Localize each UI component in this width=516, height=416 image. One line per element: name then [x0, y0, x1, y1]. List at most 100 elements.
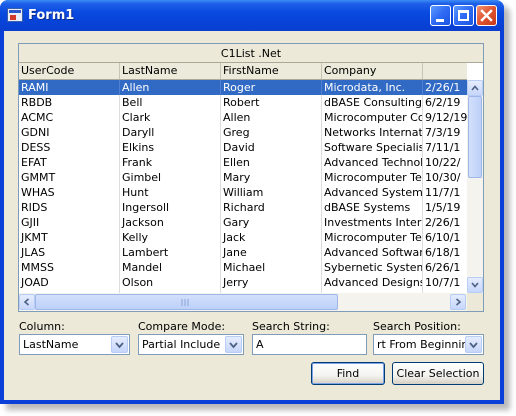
vertical-scrollbar[interactable] — [467, 80, 483, 293]
table-cell[interactable]: 7/11/1 — [423, 140, 467, 155]
column-header-lastname[interactable]: LastName — [120, 63, 221, 79]
table-row[interactable]: JLAS Lambert Jane Advanced Softwar 6/18/1 — [19, 245, 467, 260]
vertical-scroll-thumb[interactable] — [468, 96, 482, 178]
table-cell[interactable]: Richard — [221, 200, 322, 215]
compare-mode-combo[interactable]: Partial Include — [138, 334, 244, 355]
table-cell[interactable]: Gimbel — [120, 170, 221, 185]
table-cell[interactable]: 1/5/19 — [423, 200, 467, 215]
table-cell[interactable]: Greg — [221, 125, 322, 140]
column-header-usercode[interactable]: UserCode — [19, 63, 120, 79]
table-cell[interactable]: RBDB — [19, 95, 120, 110]
table-cell[interactable]: Elkins — [120, 140, 221, 155]
table-cell[interactable]: 2/26/1 — [423, 80, 467, 95]
table-row[interactable]: GDNI Daryll Greg Networks Internati 7/3/19 — [19, 125, 467, 140]
table-cell[interactable]: GJII — [19, 215, 120, 230]
table-cell[interactable]: Investments Intern — [322, 215, 423, 230]
compare-mode-dropdown-button[interactable] — [225, 336, 242, 353]
table-cell[interactable]: Advanced Technol — [322, 155, 423, 170]
table-cell[interactable]: GMMT — [19, 170, 120, 185]
table-cell[interactable]: EFAT — [19, 155, 120, 170]
table-cell[interactable]: Jackson — [120, 215, 221, 230]
close-button[interactable] — [476, 5, 497, 26]
table-cell[interactable]: Clark — [120, 110, 221, 125]
table-row[interactable]: RIDS Ingersoll Richard dBASE Systems 1/5/19 — [19, 200, 467, 215]
table-cell[interactable]: Kelly — [120, 230, 221, 245]
c1list-grid[interactable]: C1List .Net UserCode LastName FirstName … — [18, 43, 484, 312]
table-cell[interactable]: 6/10/1 — [423, 230, 467, 245]
table-row[interactable]: JKMT Kelly Jack Microcomputer Te 6/10/1 — [19, 230, 467, 245]
column-combo[interactable]: LastName — [19, 334, 130, 355]
table-cell[interactable]: 10/30/ — [423, 170, 467, 185]
table-cell[interactable]: Michael — [221, 260, 322, 275]
search-string-input-box[interactable] — [252, 334, 367, 355]
table-cell[interactable]: Daryll — [120, 125, 221, 140]
table-row[interactable]: GMMT Gimbel Mary Microcomputer Te 10/30/ — [19, 170, 467, 185]
table-cell[interactable]: Jerry — [221, 275, 322, 290]
table-cell[interactable]: JLAS — [19, 245, 120, 260]
table-cell[interactable]: dBASE Consulting — [322, 95, 423, 110]
table-cell[interactable]: Microdata, Inc. — [322, 80, 423, 95]
table-cell[interactable]: Jack — [221, 230, 322, 245]
search-string-input[interactable] — [253, 335, 366, 354]
table-cell[interactable]: 9/12/19 — [423, 110, 467, 125]
table-cell[interactable]: Hunt — [120, 185, 221, 200]
column-header-date[interactable] — [423, 63, 467, 79]
table-cell[interactable]: Mandel — [120, 260, 221, 275]
table-cell[interactable]: Olson — [120, 275, 221, 290]
table-cell[interactable]: 6/2/19 — [423, 95, 467, 110]
table-row[interactable]: ACMC Clark Allen Microcomputer Co 9/12/19 — [19, 110, 467, 125]
table-cell[interactable]: Jane — [221, 245, 322, 260]
search-position-combo[interactable]: rt From Beginning — [373, 334, 484, 355]
scroll-up-button[interactable] — [467, 80, 483, 96]
table-cell[interactable]: Roger — [221, 80, 322, 95]
table-cell[interactable]: Microcomputer Te — [322, 170, 423, 185]
scroll-down-button[interactable] — [467, 277, 483, 293]
table-cell[interactable]: Robert — [221, 95, 322, 110]
table-cell[interactable]: Advanced System — [322, 185, 423, 200]
table-cell[interactable]: dBASE Systems — [322, 200, 423, 215]
table-cell[interactable]: JOAD — [19, 275, 120, 290]
table-cell[interactable]: Allen — [120, 80, 221, 95]
title-bar[interactable]: Form1 — [0, 0, 504, 31]
table-cell[interactable]: Software Specialis — [322, 140, 423, 155]
column-combo-dropdown-button[interactable] — [111, 336, 128, 353]
table-cell[interactable]: RIDS — [19, 200, 120, 215]
table-cell[interactable]: 7/3/19 — [423, 125, 467, 140]
table-cell[interactable]: GDNI — [19, 125, 120, 140]
table-cell[interactable]: Sybernetic System — [322, 260, 423, 275]
table-cell[interactable]: Microcomputer Co — [322, 110, 423, 125]
table-row[interactable]: DESS Elkins David Software Specialis 7/11/1 — [19, 140, 467, 155]
table-cell[interactable]: Mary — [221, 170, 322, 185]
table-cell[interactable]: Frank — [120, 155, 221, 170]
table-row[interactable]: GJII Jackson Gary Investments Intern 2/26/1 — [19, 215, 467, 230]
maximize-button[interactable] — [453, 5, 474, 26]
table-cell[interactable]: RAMI — [19, 80, 120, 95]
table-cell[interactable]: 10/22/ — [423, 155, 467, 170]
table-cell[interactable]: Microcomputer Te — [322, 230, 423, 245]
table-cell[interactable]: 11/7/1 — [423, 185, 467, 200]
table-cell[interactable]: Bell — [120, 95, 221, 110]
horizontal-scrollbar[interactable] — [19, 293, 467, 311]
table-row[interactable]: RBDB Bell Robert dBASE Consulting 6/2/19 — [19, 95, 467, 110]
clear-selection-button[interactable]: Clear Selection — [392, 362, 484, 385]
table-cell[interactable]: Advanced Designs — [322, 275, 423, 290]
table-row[interactable]: EFAT Frank Ellen Advanced Technol 10/22/ — [19, 155, 467, 170]
table-cell[interactable]: Lambert — [120, 245, 221, 260]
search-position-dropdown-button[interactable] — [465, 336, 482, 353]
column-header-company[interactable]: Company — [322, 63, 423, 79]
table-cell[interactable]: David — [221, 140, 322, 155]
table-row[interactable]: RAMI Allen Roger Microdata, Inc. 2/26/1 — [19, 80, 467, 95]
table-cell[interactable]: Networks Internati — [322, 125, 423, 140]
table-cell[interactable]: JKMT — [19, 230, 120, 245]
table-cell[interactable]: MMSS — [19, 260, 120, 275]
table-cell[interactable]: 10/7/1 — [423, 275, 467, 290]
table-cell[interactable]: Ellen — [221, 155, 322, 170]
table-row[interactable]: JOAD Olson Jerry Advanced Designs 10/7/1 — [19, 275, 467, 290]
table-row[interactable]: WHAS Hunt William Advanced System 11/7/1 — [19, 185, 467, 200]
scroll-left-button[interactable] — [19, 294, 35, 310]
table-cell[interactable]: DESS — [19, 140, 120, 155]
table-cell[interactable]: 6/18/1 — [423, 245, 467, 260]
minimize-button[interactable] — [430, 5, 451, 26]
table-cell[interactable]: Gary — [221, 215, 322, 230]
find-button[interactable]: Find — [311, 362, 385, 385]
